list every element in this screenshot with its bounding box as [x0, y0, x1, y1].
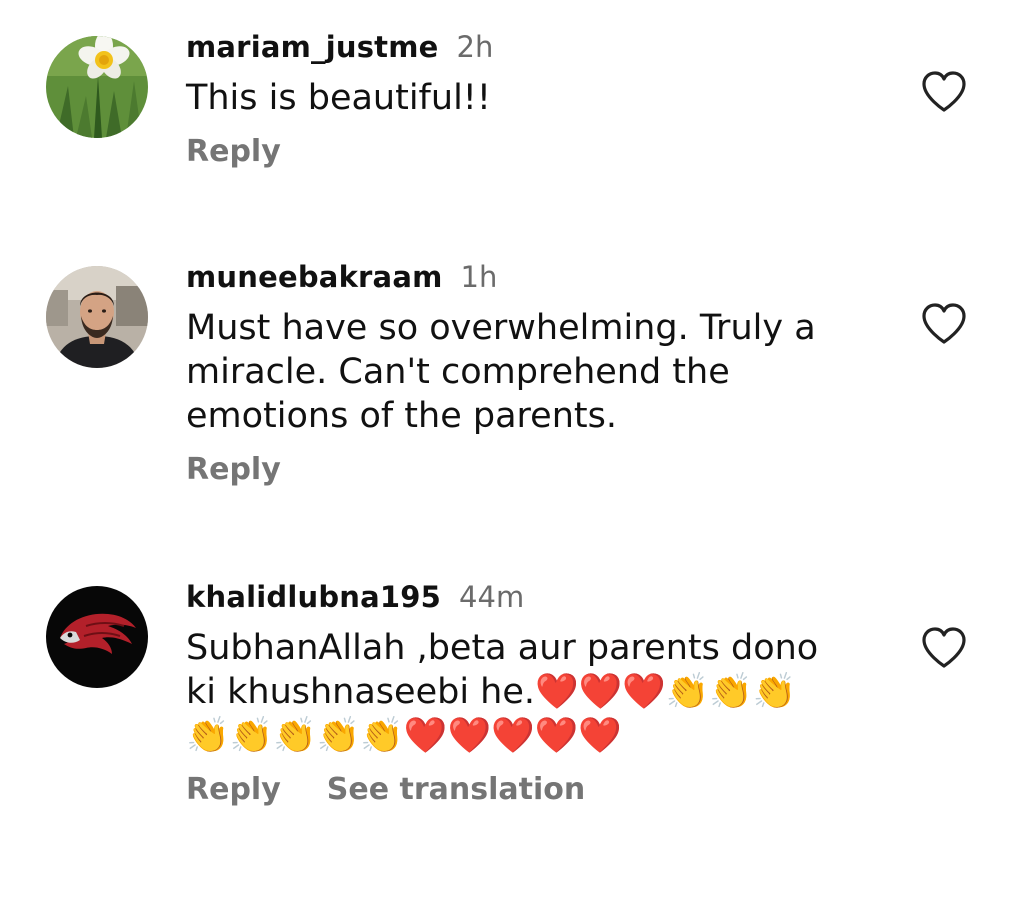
comment-username[interactable]: khalidlubna195 — [186, 580, 441, 614]
reply-button[interactable]: Reply — [186, 134, 281, 169]
comment-meta: khalidlubna195 44m — [186, 580, 886, 620]
daffodil-avatar-image — [46, 36, 148, 138]
avatar[interactable] — [46, 36, 148, 138]
comment-meta: muneebakraam 1h — [186, 260, 886, 300]
comment-text: Must have so overwhelming. Truly a mirac… — [186, 308, 816, 436]
man-portrait-avatar-image — [46, 266, 148, 368]
heart-outline-icon[interactable] — [920, 302, 968, 346]
comment-actions: Reply See translation — [186, 772, 886, 807]
reply-button[interactable]: Reply — [186, 452, 281, 487]
red-eagle-logo-avatar-image — [46, 586, 148, 688]
avatar[interactable] — [46, 266, 148, 368]
comment-username[interactable]: mariam_justme — [186, 30, 439, 64]
comment-timestamp: 44m — [459, 580, 525, 614]
comment-actions: Reply — [186, 134, 886, 169]
comment-username[interactable]: muneebakraam — [186, 260, 443, 294]
comment-content: mariam_justme 2h This is beautiful!! Rep… — [186, 30, 886, 169]
comment-content: khalidlubna195 44m SubhanAllah ,beta aur… — [186, 580, 886, 807]
heart-outline-icon[interactable] — [920, 626, 968, 670]
comment-actions: Reply — [186, 452, 886, 487]
avatar[interactable] — [46, 586, 148, 688]
comment-timestamp: 2h — [456, 30, 494, 64]
heart-outline-icon[interactable] — [920, 70, 968, 114]
see-translation-button[interactable]: See translation — [327, 772, 585, 807]
comment-text: This is beautiful!! — [186, 78, 491, 118]
comment-content: muneebakraam 1h Must have so overwhelmin… — [186, 260, 886, 487]
comment-meta: mariam_justme 2h — [186, 30, 886, 70]
comment-timestamp: 1h — [460, 260, 498, 294]
reply-button[interactable]: Reply — [186, 772, 281, 807]
comment-text: SubhanAllah ,beta aur parents dono ki kh… — [186, 628, 819, 756]
